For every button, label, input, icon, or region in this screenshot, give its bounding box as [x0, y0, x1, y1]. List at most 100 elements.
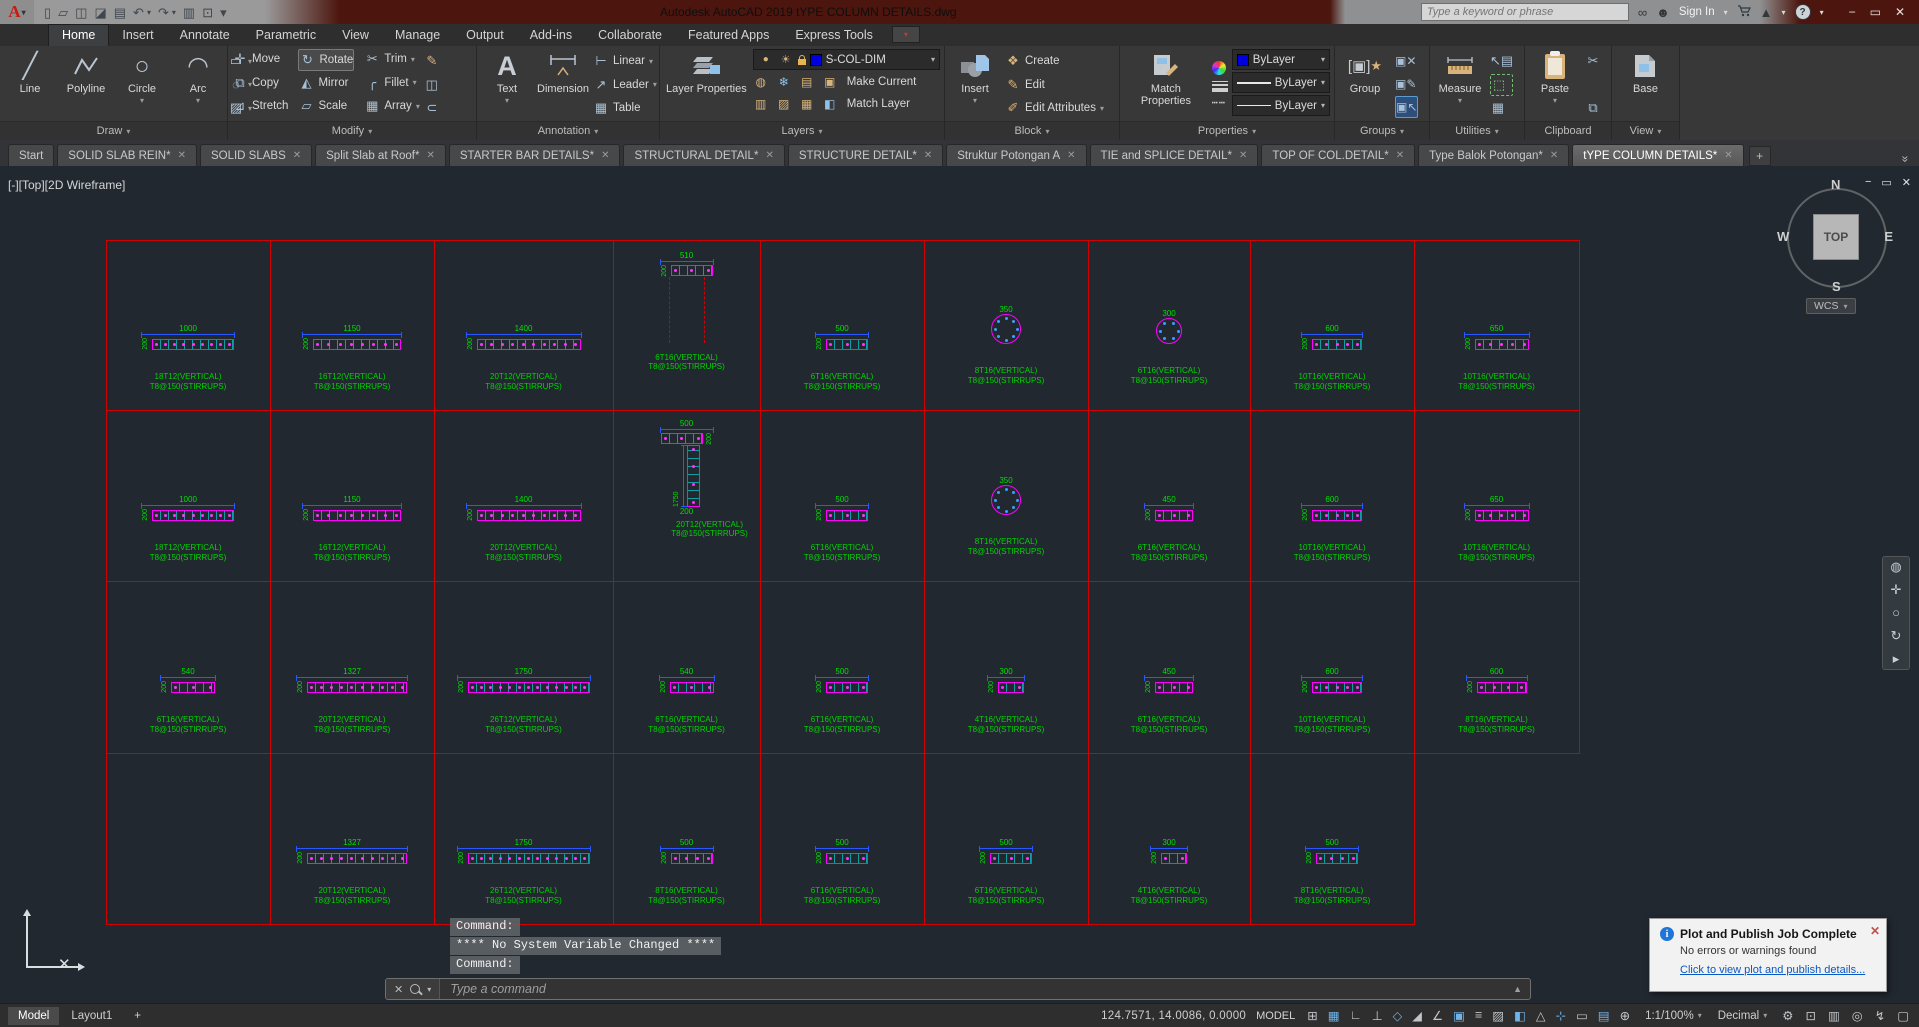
layer-dropdown[interactable]: ● ☀ S-COL-DIM ▾ — [752, 49, 940, 70]
panel-title-modify[interactable]: Modify ▾ — [228, 121, 476, 140]
file-tab-structural-detail-[interactable]: STRUCTURAL DETAIL* ✕ — [623, 144, 785, 166]
viewport-controls-label[interactable]: [-][Top][2D Wireframe] — [8, 178, 125, 192]
panel-title-view[interactable]: View ▾ — [1612, 121, 1679, 140]
chevron-down-icon[interactable]: ▾ — [1321, 101, 1325, 110]
polyline-button[interactable]: Polyline — [60, 49, 112, 120]
close-tab-icon[interactable]: ✕ — [1396, 150, 1404, 161]
chevron-down-icon[interactable]: ▾ — [649, 57, 653, 66]
trim-button[interactable]: ✂ Trim ▾ — [364, 49, 420, 69]
help-caret-icon[interactable]: ▾ — [1820, 8, 1824, 17]
close-tab-icon[interactable]: ✕ — [601, 150, 609, 161]
layer-thaw-icon[interactable]: ▨ — [776, 97, 792, 111]
isometric-drafting-icon[interactable]: ◢ — [1410, 1008, 1424, 1023]
command-line[interactable]: ✕ ▾ Type a command ▲ — [385, 978, 1531, 1000]
dynamic-ucs-icon[interactable]: △ — [1534, 1008, 1548, 1023]
plot-preview-icon[interactable]: ⊡ — [202, 6, 213, 19]
file-tab-split-slab-at-roof-[interactable]: Split Slab at Roof* ✕ — [315, 144, 446, 166]
grid-display-icon[interactable]: ⊞ — [1305, 1008, 1319, 1023]
ribbon-tab-annotate[interactable]: Annotate — [167, 25, 243, 46]
close-tab-icon[interactable]: ✕ — [293, 150, 301, 161]
array-button[interactable]: ▦ Array ▾ — [364, 96, 420, 116]
layer-properties-button[interactable]: Layer Properties — [664, 49, 749, 120]
file-tab-top-of-col-detail-[interactable]: TOP OF COL.DETAIL* ✕ — [1261, 144, 1416, 166]
command-input[interactable]: Type a command — [440, 982, 546, 996]
close-button[interactable]: ✕ — [1895, 0, 1905, 24]
graphics-performance-icon[interactable]: ↯ — [1873, 1008, 1887, 1023]
copy-button[interactable]: ⧉ Copy — [232, 73, 288, 93]
redo-icon[interactable]: ↷ — [158, 6, 169, 19]
lineweight-icon[interactable]: ≡ — [1473, 1008, 1484, 1023]
ribbon-tab-output[interactable]: Output — [453, 25, 517, 46]
chevron-down-icon[interactable]: ▾ — [427, 985, 431, 994]
line-button[interactable]: ╱ Line — [4, 49, 56, 120]
move-button[interactable]: ✛ Move — [232, 49, 288, 69]
quick-properties-icon[interactable]: ▭ — [1574, 1008, 1590, 1023]
notification-details-link[interactable]: Click to view plot and publish details..… — [1680, 964, 1865, 976]
isolate-objects-icon[interactable]: ◎ — [1850, 1008, 1865, 1023]
dimension-button[interactable]: Dimension — [537, 49, 589, 120]
qat-menu-icon[interactable]: ▾ — [220, 6, 227, 19]
layer-color-swatch[interactable] — [809, 53, 822, 66]
copy-clip-button[interactable]: ⧉ — [1585, 98, 1601, 118]
chevron-down-icon[interactable]: ▾ — [1321, 78, 1325, 87]
zoom-icon[interactable]: ○ — [1892, 606, 1900, 620]
new-drawing-tab-button[interactable]: + — [1748, 146, 1771, 166]
sign-in-button[interactable]: Sign In — [1679, 6, 1715, 18]
chevron-down-icon[interactable]: ▾ — [931, 55, 935, 64]
file-tab-tie-and-splice-detail-[interactable]: TIE and SPLICE DETAIL* ✕ — [1089, 144, 1259, 166]
make-current-button[interactable]: Make Current — [847, 76, 917, 88]
text-button[interactable]: A Text ▾ — [481, 49, 533, 120]
file-tab-type-balok-potongan-[interactable]: Type Balok Potongan* ✕ — [1418, 144, 1570, 166]
navigation-wheel-icon[interactable]: ◍ — [1890, 560, 1901, 574]
layer-on-icon[interactable]: ▥ — [753, 97, 769, 111]
annotation-scale-control[interactable]: 1:1/100% ▾ — [1642, 1010, 1705, 1022]
circle-button[interactable]: ○ Circle ▾ — [116, 49, 168, 120]
lineweight-dropdown[interactable]: ByLayer ▾ — [1231, 72, 1330, 93]
clean-screen-icon[interactable]: ▢ — [1895, 1008, 1911, 1023]
panel-title-groups[interactable]: Groups ▾ — [1335, 121, 1429, 140]
close-tab-icon[interactable]: ✕ — [765, 150, 773, 161]
snap-mode-icon[interactable]: ▦ — [1326, 1008, 1342, 1023]
chevron-down-icon[interactable]: ▾ — [973, 96, 977, 105]
ribbon-tab-view[interactable]: View — [329, 25, 382, 46]
drawing-viewport[interactable]: [-][Top][2D Wireframe] − ▭ ✕ 1000 200 18T1… — [0, 166, 1919, 1003]
overkill-button[interactable]: ⊂ — [424, 98, 440, 118]
leader-button[interactable]: ↗ Leader ▾ — [593, 75, 657, 95]
close-tab-icon[interactable]: ✕ — [426, 150, 434, 161]
application-menu-button[interactable]: A ▾ — [0, 0, 34, 24]
chevron-down-icon[interactable]: ▾ — [416, 102, 420, 111]
fillet-button[interactable]: ╭ Fillet ▾ — [364, 73, 420, 93]
close-tab-icon[interactable]: ✕ — [178, 150, 186, 161]
match-layer-button[interactable]: Match Layer — [847, 98, 910, 110]
orbit-icon[interactable]: ↻ — [1891, 629, 1902, 643]
viewcube-top-face[interactable]: TOP — [1813, 214, 1859, 260]
chevron-down-icon[interactable]: ▾ — [1100, 104, 1104, 113]
group-edit-button[interactable]: ▣✎ — [1395, 74, 1418, 94]
ribbon-tab-manage[interactable]: Manage — [382, 25, 453, 46]
linetype-dropdown[interactable]: ByLayer ▾ — [1231, 95, 1330, 116]
panel-title-annotation[interactable]: Annotation ▾ — [477, 121, 659, 140]
erase-button[interactable]: ✎ — [424, 51, 440, 71]
notification-close-icon[interactable]: ✕ — [1870, 924, 1880, 938]
viewcube-south[interactable]: S — [1832, 279, 1841, 294]
select-window-button[interactable]: ⬚ — [1490, 73, 1514, 96]
layer-off-icon[interactable]: ▤ — [799, 75, 815, 89]
chevron-down-icon[interactable]: ▾ — [411, 55, 415, 64]
base-view-button[interactable]: Base — [1620, 49, 1672, 120]
model-space-toggle[interactable]: MODEL — [1256, 1010, 1295, 1022]
layer-sun-icon[interactable]: ☀ — [778, 53, 794, 66]
layer-unlock-icon[interactable]: ▦ — [799, 97, 815, 111]
arc-button[interactable]: ◠ Arc ▾ — [172, 49, 224, 120]
new-layout-button[interactable]: + — [124, 1007, 151, 1025]
ribbon-tab-insert[interactable]: Insert — [109, 25, 166, 46]
layer-isolate-icon[interactable]: ◍ — [753, 75, 769, 89]
chevron-down-icon[interactable]: ▾ — [1321, 55, 1325, 64]
quick-access-icon[interactable]: ▥ — [1826, 1008, 1842, 1023]
dynamic-input-icon[interactable]: ⊹ — [1553, 1008, 1567, 1023]
app-store-cart-icon[interactable] — [1737, 4, 1751, 20]
chevron-down-icon[interactable]: ▾ — [653, 80, 657, 89]
chevron-down-icon[interactable]: ▾ — [1553, 96, 1557, 105]
save-icon[interactable]: ◫ — [75, 6, 87, 19]
viewcube[interactable]: N W E S TOP — [1777, 177, 1893, 294]
panel-title-draw[interactable]: Draw ▾ — [0, 121, 227, 140]
